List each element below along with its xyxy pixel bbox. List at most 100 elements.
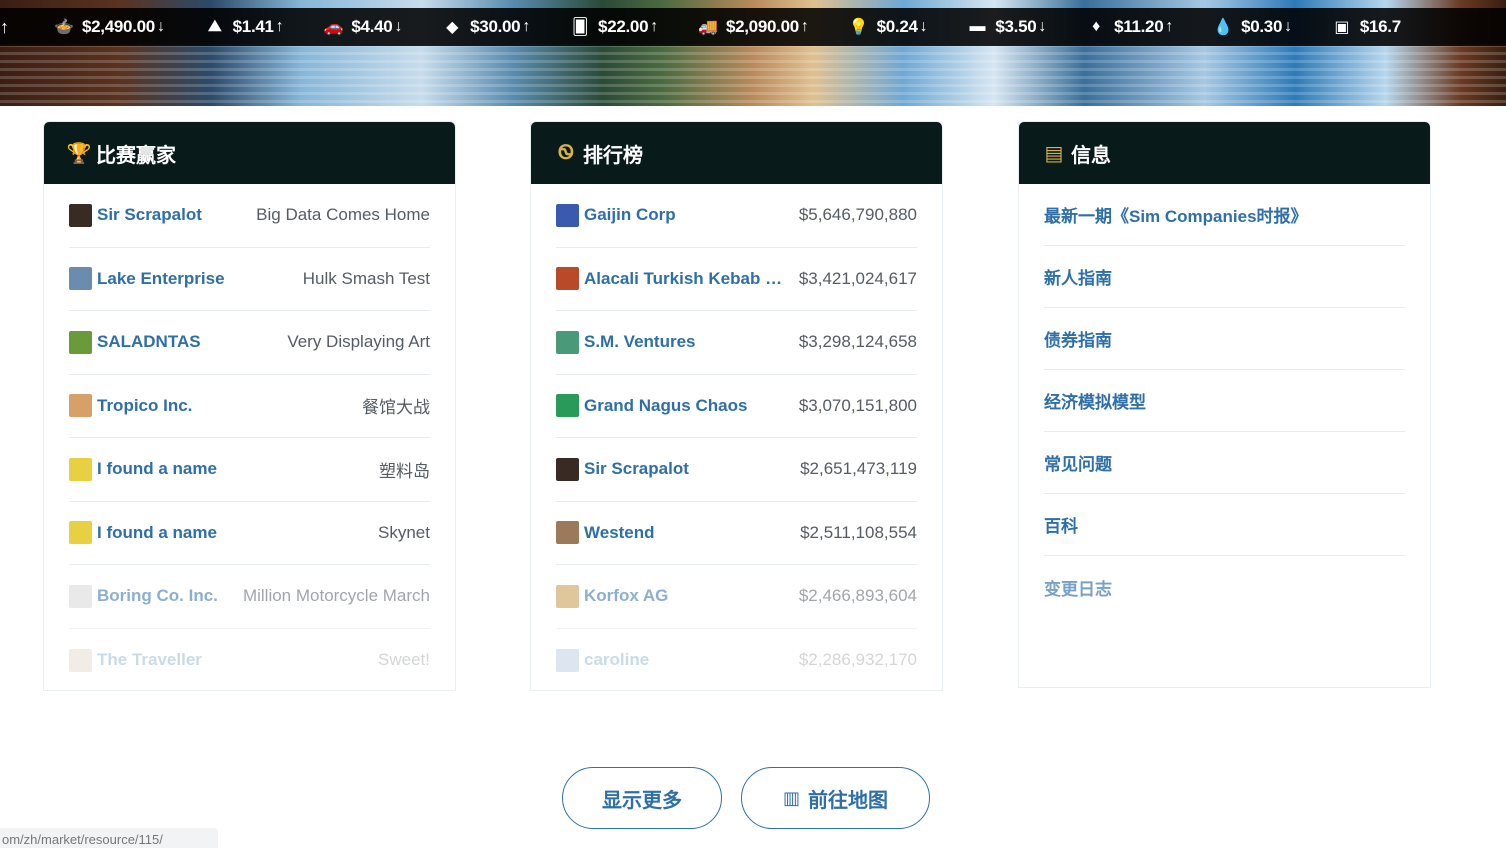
company-avatar — [69, 521, 92, 545]
contest-winner-row[interactable]: Sir Scrapalot Big Data Comes Home — [69, 184, 430, 248]
ranking-row[interactable]: Alacali Turkish Kebab Ho... $3,421,024,61… — [556, 248, 917, 311]
info-header: ▤ 信息 — [1019, 122, 1430, 184]
company-avatar — [556, 457, 579, 481]
company-name-link[interactable]: I found a name — [97, 523, 217, 543]
ranking-row[interactable]: S.M. Ventures $3,298,124,658 — [556, 311, 917, 375]
company-avatar — [556, 394, 579, 418]
company-avatar — [69, 267, 92, 291]
ticker-item[interactable]: 🍲 $2,490.00 ↓ — [52, 17, 165, 37]
contest-winner-row[interactable]: I found a name Skynet — [69, 502, 430, 565]
ranking-row[interactable]: Grand Nagus Chaos $3,070,151,800 — [556, 375, 917, 438]
ticker-item[interactable]: ▬ $3.50 ↓ — [965, 17, 1046, 37]
contest-name[interactable]: Very Displaying Art — [287, 332, 430, 352]
company-name-link[interactable]: SALADNTAS — [97, 332, 201, 352]
contest-winner-row[interactable]: I found a name 塑料岛 — [69, 438, 430, 502]
status-bar-url: om/zh/market/resource/115/ — [0, 828, 218, 848]
ticker-item[interactable]: ◆ $30.00 ↑ — [440, 17, 530, 37]
contest-winner-row[interactable]: Boring Co. Inc. Million Motorcycle March — [69, 565, 430, 629]
contest-winner-row[interactable]: Lake Enterprise Hulk Smash Test — [69, 248, 430, 311]
company-value: $3,070,151,800 — [798, 395, 917, 415]
ticker-item[interactable]: 💧 $0.30 ↓ — [1211, 17, 1292, 37]
ticker-price: $2,490.00 — [82, 17, 155, 36]
contest-name[interactable]: 塑料岛 — [379, 457, 430, 482]
info-link[interactable]: 债券指南 — [1044, 308, 1405, 370]
company-name-link[interactable]: Lake Enterprise — [97, 269, 225, 289]
company-name-link[interactable]: I found a name — [97, 459, 217, 479]
ticker-price: $1.41 — [232, 17, 274, 36]
contest-name[interactable]: Sweet! — [378, 650, 430, 670]
row-entity: Korfox AG — [556, 584, 668, 608]
company-avatar — [556, 330, 579, 354]
ticker-item[interactable]: 💡 $0.24 ↓ — [847, 17, 928, 37]
company-avatar — [556, 584, 579, 608]
contest-name[interactable]: 餐馆大战 — [362, 393, 430, 418]
company-name-link[interactable]: Boring Co. Inc. — [97, 586, 218, 606]
company-name-link[interactable]: Alacali Turkish Kebab Ho... — [584, 269, 784, 289]
company-name-link[interactable]: Korfox AG — [584, 586, 668, 606]
company-name-link[interactable]: S.M. Ventures — [584, 332, 695, 352]
contest-winner-row[interactable]: The Traveller Sweet! — [69, 629, 430, 691]
ticker-price: $3.50 — [995, 17, 1037, 36]
row-entity: Lake Enterprise — [69, 267, 225, 291]
company-name-link[interactable]: Sir Scrapalot — [97, 205, 202, 225]
info-link[interactable]: 常见问题 — [1044, 432, 1405, 494]
show-more-label: 显示更多 — [602, 789, 682, 812]
card-icon: 🂠 — [572, 19, 589, 36]
map-icon: ▥ — [782, 787, 800, 808]
contest-winner-row[interactable]: SALADNTAS Very Displaying Art — [69, 311, 430, 375]
info-link[interactable]: 新人指南 — [1044, 246, 1405, 308]
company-avatar — [69, 457, 92, 481]
company-name-link[interactable]: Sir Scrapalot — [584, 459, 689, 479]
crystal-icon: ♦ — [1092, 18, 1101, 35]
ranking-row[interactable]: Westend $2,511,108,554 — [556, 502, 917, 565]
contest-name[interactable]: Million Motorcycle March — [243, 586, 430, 606]
company-name-link[interactable]: Grand Nagus Chaos — [584, 396, 747, 416]
info-link[interactable]: 变更日志 — [1044, 556, 1405, 618]
company-avatar — [556, 521, 579, 545]
company-name-link[interactable]: The Traveller — [97, 650, 202, 670]
ticker-item[interactable]: 🂠 $22.00 ↑ — [568, 17, 658, 37]
company-name-link[interactable]: Tropico Inc. — [97, 396, 192, 416]
ticker-price: $0.30 — [1241, 17, 1283, 36]
info-link[interactable]: 百科 — [1044, 494, 1405, 556]
go-to-map-label: 前往地图 — [808, 789, 888, 812]
arrow-up-icon: ↑ — [522, 18, 531, 35]
ticker-price: $22.00 — [598, 17, 649, 36]
company-value: $2,466,893,604 — [798, 586, 917, 606]
show-more-button[interactable]: 显示更多 — [562, 767, 722, 829]
ticker-item[interactable]: 🚚 $2,090.00 ↑ — [696, 17, 809, 37]
company-value: $3,421,024,617 — [798, 268, 917, 288]
contest-name[interactable]: Hulk Smash Test — [303, 269, 430, 289]
info-link[interactable]: 经济模拟模型 — [1044, 370, 1405, 432]
ticker-item[interactable]: ♦ $11.20 ↑ — [1084, 17, 1173, 37]
lightbulb-icon: 💡 — [848, 19, 869, 36]
ticker-item[interactable]: ⛰ $1.41 ↑ — [203, 17, 284, 37]
row-entity: Alacali Turkish Kebab Ho... — [556, 267, 784, 291]
car-icon: 🚗 — [323, 19, 344, 36]
contest-name[interactable]: Skynet — [378, 523, 430, 543]
go-to-map-button[interactable]: ▥ 前往地图 — [741, 767, 930, 829]
contest-winners-card: 🏆 比赛赢家 Sir Scrapalot Big Data Comes Home L… — [43, 121, 456, 691]
info-title: 信息 — [1071, 144, 1111, 167]
ticker-item[interactable]: ▣ $16.7 — [1330, 17, 1403, 37]
price-ticker: ↑ 🍲 $2,490.00 ↓ ⛰ $1.41 ↑ 🚗 $4.40 ↓ ◆ $30.00 ↑ 🂠 $22.… — [0, 8, 1506, 46]
arrow-up-icon: ↑ — [1165, 18, 1174, 35]
arrow-up-icon: ↑ — [275, 18, 284, 35]
ticker-price: $16.7 — [1359, 17, 1401, 36]
banner-background — [0, 44, 1506, 106]
company-name-link[interactable]: Gaijin Corp — [584, 205, 676, 225]
row-entity: I found a name — [69, 457, 217, 481]
info-link[interactable]: 最新一期《Sim Companies时报》 — [1044, 184, 1405, 246]
company-name-link[interactable]: caroline — [584, 650, 649, 670]
ranking-row[interactable]: Gaijin Corp $5,646,790,880 — [556, 184, 917, 248]
ranking-row[interactable]: Sir Scrapalot $2,651,473,119 — [556, 438, 917, 502]
newspaper-icon: ▤ — [1044, 142, 1064, 165]
ranking-row[interactable]: caroline $2,286,932,170 — [556, 629, 917, 691]
contest-winner-row[interactable]: Tropico Inc. 餐馆大战 — [69, 375, 430, 438]
trophy-icon: 🏆 — [66, 142, 92, 165]
row-entity: Gaijin Corp — [556, 203, 676, 227]
contest-name[interactable]: Big Data Comes Home — [256, 205, 430, 225]
ranking-row[interactable]: Korfox AG $2,466,893,604 — [556, 565, 917, 629]
ticker-item[interactable]: 🚗 $4.40 ↓ — [321, 17, 403, 37]
company-name-link[interactable]: Westend — [584, 523, 655, 543]
